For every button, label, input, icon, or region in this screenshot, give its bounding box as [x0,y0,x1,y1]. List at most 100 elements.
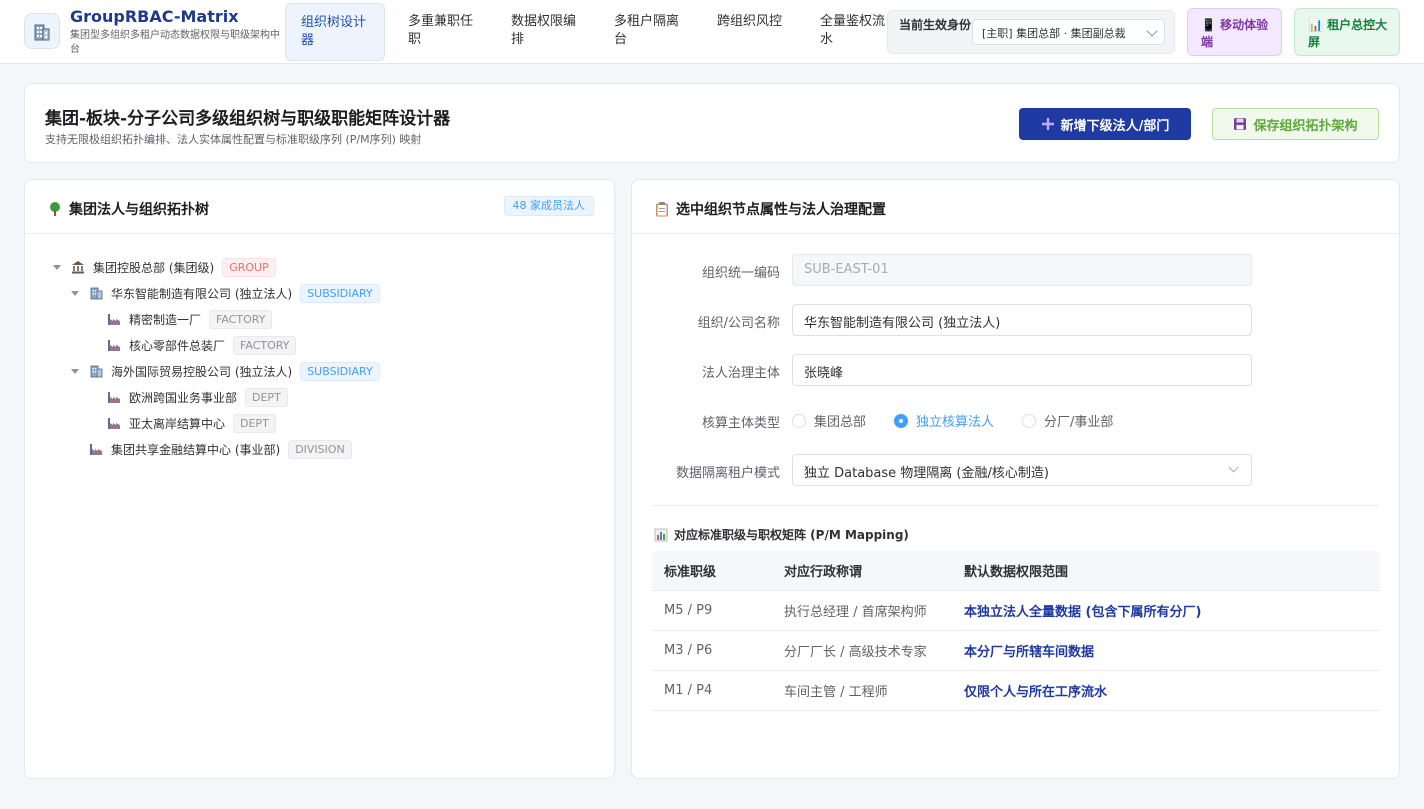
add-button-label: 新增下级法人/部门 [1060,118,1170,134]
governance-input[interactable]: 张晓峰 [792,354,1252,386]
table-row: M1 / P4 车间主管 / 工程师 仅限个人与所在工序流水 [652,671,1380,711]
main-nav: 组织树设计器 多重兼职任职 数据权限编排 多租户隔离台 跨组织风控 全量鉴权流水 [285,3,903,61]
radio-checked-icon [894,413,909,428]
tree-node-factory-2[interactable]: 核心零部件总装厂 FACTORY [89,334,297,356]
logo [24,13,60,49]
grade-cell: M5 / P9 [664,603,713,618]
radio-group-hq[interactable]: 集团总部 [792,411,866,430]
column-header-grade: 标准职级 [664,565,717,580]
nav-tab-data-permission[interactable]: 数据权限编排 [491,3,591,61]
tree-node-finance-center[interactable]: 集团共享金融结算中心 (事业部) DIVISION [71,438,352,460]
page-subtitle: 支持无限极组织拓扑编排、法人实体属性配置与标准职级序列 (P/M序列) 映射 [45,133,422,146]
title-cell: 分厂厂长 / 高级技术专家 [784,645,927,660]
title-cell: 执行总经理 / 首席架构师 [784,605,927,620]
org-name-label: 组织/公司名称 [697,316,780,331]
tenant-mode-select[interactable]: 独立 Database 物理隔离 (金融/核心制造) [792,454,1252,486]
column-header-title: 对应行政称谓 [784,565,863,580]
factory-icon [107,390,121,404]
node-type-tag: GROUP [222,257,276,277]
office-building-icon [89,364,103,378]
tree-node-label: 集团控股总部 (集团级) [93,260,215,275]
org-name-input[interactable]: 华东智能制造有限公司 (独立法人) [792,304,1252,336]
nav-tab-multi-post[interactable]: 多重兼职任职 [388,3,488,61]
chevron-down-icon [1228,462,1239,473]
tree-node-apac-center[interactable]: 亚太离岸结算中心 DEPT [89,412,276,434]
mobile-experience-button[interactable]: 📱 移动体验端 [1187,8,1282,56]
tree-node-label: 集团共享金融结算中心 (事业部) [111,442,281,457]
add-child-entity-button[interactable]: 新增下级法人/部门 [1019,108,1191,140]
plus-icon [1041,118,1054,130]
factory-icon [107,338,121,352]
top-header: GroupRBAC-Matrix 集团型多组织多租户动态数据权限与职级架构中台 … [0,0,1424,64]
bar-chart-icon [654,528,668,541]
nav-tab-tenant-isolation[interactable]: 多租户隔离台 [594,3,694,61]
radio-circle-icon [792,413,806,428]
node-type-tag: SUBSIDIARY [300,283,380,303]
tree-node-label: 华东智能制造有限公司 (独立法人) [111,286,293,301]
mobile-phone-icon: 📱 [1201,18,1216,32]
node-type-tag: DIVISION [288,439,352,459]
tree-icon [50,202,60,216]
save-topology-button[interactable]: 保存组织拓扑架构 [1212,108,1379,140]
accounting-type-radio-group: 集团总部 独立核算法人 分厂/事业部 [792,411,1141,430]
detail-panel-title-text: 选中组织节点属性与法人治理配置 [676,202,886,218]
radio-label: 分厂/事业部 [1044,415,1114,430]
member-count-badge: 48 家成员法人 [503,196,594,216]
node-type-tag: FACTORY [233,335,297,355]
app-title: GroupRBAC-Matrix [70,7,239,26]
caret-down-icon[interactable] [53,264,61,270]
org-code-input: SUB-EAST-01 [792,254,1252,286]
radio-branch-division[interactable]: 分厂/事业部 [1022,411,1113,430]
tenant-mode-label: 数据隔离租户模式 [675,466,780,481]
table-header-row: 标准职级 对应行政称谓 默认数据权限范围 [652,551,1380,591]
building-icon [34,24,50,41]
tree-node-label: 海外国际贸易控股公司 (独立法人) [111,364,293,379]
grade-matrix-table: 标准职级 对应行政称谓 默认数据权限范围 M5 / P9 执行总经理 / 首席架… [652,551,1380,711]
tree-node-label: 精密制造一厂 [129,312,202,327]
detail-panel-header: 选中组织节点属性与法人治理配置 [632,180,1399,234]
grade-cell: M1 / P4 [664,683,713,698]
scope-cell: 本分厂与所辖车间数据 [964,645,1095,660]
factory-icon [107,416,121,430]
radio-independent-entity[interactable]: 独立核算法人 [894,411,994,430]
tree-node-label: 欧洲跨国业务事业部 [129,390,238,405]
nav-tab-risk-control[interactable]: 跨组织风控 [697,3,797,61]
chevron-down-icon [1146,25,1158,37]
nav-tab-auth-log[interactable]: 全量鉴权流水 [800,3,900,61]
clipboard-icon [656,202,668,217]
matrix-section-title: 对应标准职级与职权矩阵 (P/M Mapping) [654,526,909,543]
factory-icon [89,442,103,456]
grade-cell: M3 / P6 [664,643,713,658]
tenant-mode-value: 独立 Database 物理隔离 (金融/核心制造) [804,466,1049,481]
detail-panel-title: 选中组织节点属性与法人治理配置 [654,199,886,219]
tree-node-factory-1[interactable]: 精密制造一厂 FACTORY [89,308,273,330]
column-header-scope: 默认数据权限范围 [964,565,1069,580]
tree-panel-title-text: 集团法人与组织拓扑树 [69,202,209,218]
nav-tab-org-tree[interactable]: 组织树设计器 [285,3,385,61]
radio-label: 独立核算法人 [916,415,995,430]
tree-node-group-hq[interactable]: 集团控股总部 (集团级) GROUP [53,256,276,278]
bank-icon [71,260,85,274]
tree-node-overseas-trade[interactable]: 海外国际贸易控股公司 (独立法人) SUBSIDIARY [71,360,380,382]
tenant-dashboard-button[interactable]: 📊 租户总控大屏 [1294,8,1400,56]
office-building-icon [89,286,103,300]
save-button-label: 保存组织拓扑架构 [1253,118,1358,134]
identity-switcher: 当前生效身份: [主职] 集团总部 · 集团副总裁 [887,10,1175,54]
radio-label: 集团总部 [814,415,867,430]
page-header-card: 集团-板块-分子公司多级组织树与职级职能矩阵设计器 支持无限极组织拓扑编排、法人… [24,83,1400,163]
tree-panel-header: 集团法人与组织拓扑树 48 家成员法人 [25,180,614,234]
node-type-tag: FACTORY [209,309,273,329]
tree-node-europe-dept[interactable]: 欧洲跨国业务事业部 DEPT [89,386,288,408]
title-cell: 车间主管 / 工程师 [784,685,888,700]
tree-node-east-china[interactable]: 华东智能制造有限公司 (独立法人) SUBSIDIARY [71,282,380,304]
scope-cell: 仅限个人与所在工序流水 [964,685,1108,700]
tree-panel-title: 集团法人与组织拓扑树 [47,199,209,219]
identity-label: 当前生效身份: [899,18,976,32]
caret-down-icon[interactable] [71,368,79,374]
app-subtitle: 集团型多组织多租户动态数据权限与职级架构中台 [70,30,280,55]
tree-node-label: 核心零部件总装厂 [129,338,226,353]
accounting-type-label: 核算主体类型 [701,416,780,431]
identity-select[interactable]: [主职] 集团总部 · 集团副总裁 [972,19,1165,45]
tree-node-label: 亚太离岸结算中心 [129,416,226,431]
caret-down-icon[interactable] [71,290,79,296]
